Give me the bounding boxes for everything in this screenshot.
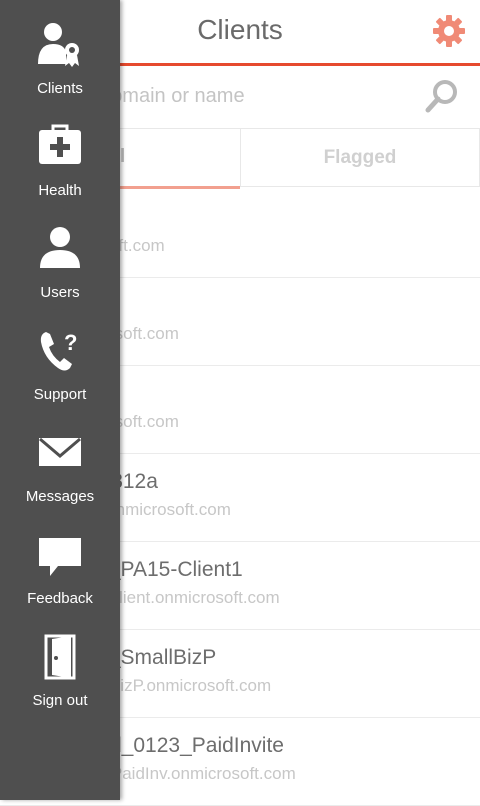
nav-item-health[interactable]: Health bbox=[0, 108, 120, 210]
nav-label: Health bbox=[38, 182, 82, 199]
tab-flagged[interactable]: Flagged bbox=[240, 128, 480, 187]
user-icon bbox=[40, 227, 80, 268]
speech-bubble-icon bbox=[39, 538, 81, 576]
nav-item-sign-out[interactable]: Sign out bbox=[0, 618, 120, 720]
page-title: Clients bbox=[197, 14, 283, 45]
gear-icon[interactable] bbox=[432, 14, 466, 48]
nav-item-clients[interactable]: Clients bbox=[0, 6, 120, 108]
nav-label: Clients bbox=[37, 80, 83, 97]
support-phone-icon: ? bbox=[40, 330, 77, 371]
nav-label: Feedback bbox=[27, 590, 93, 607]
nav-label: Support bbox=[33, 386, 87, 403]
door-icon bbox=[44, 634, 76, 680]
nav-item-messages[interactable]: Messages bbox=[0, 414, 120, 516]
health-icon bbox=[39, 124, 81, 164]
nav-item-users[interactable]: Users bbox=[0, 210, 120, 312]
envelope-icon bbox=[39, 437, 81, 466]
search-icon[interactable] bbox=[424, 78, 460, 114]
nav-item-support[interactable]: ? Support bbox=[0, 312, 120, 414]
svg-text:?: ? bbox=[64, 330, 77, 355]
nav-label: Messages bbox=[25, 488, 95, 505]
nav-label: Sign out bbox=[32, 692, 88, 709]
nav-label: Users bbox=[40, 284, 80, 301]
nav-drawer: Clients Health Users ? Support Messages … bbox=[0, 0, 120, 800]
clients-icon bbox=[38, 23, 79, 67]
nav-item-feedback[interactable]: Feedback bbox=[0, 516, 120, 618]
